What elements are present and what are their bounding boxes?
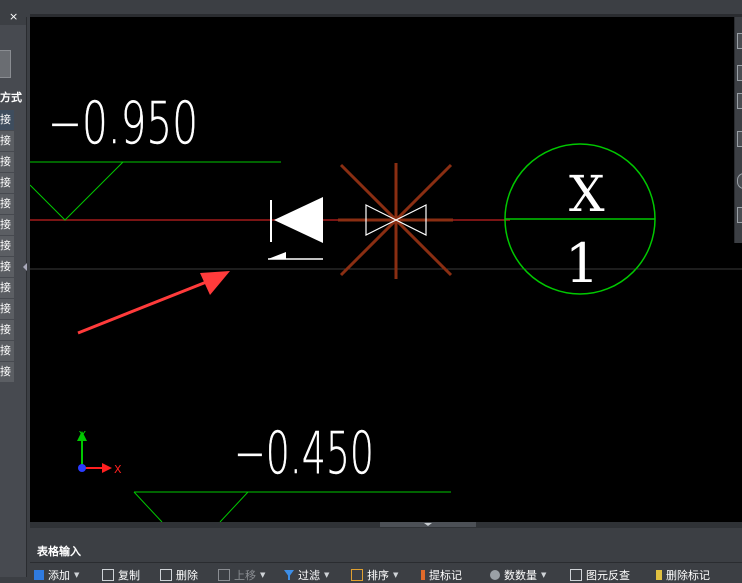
chevron-down-icon: ▼ [324,571,330,579]
plus-icon [34,570,44,580]
toolbar-icon[interactable] [737,131,742,147]
count-button[interactable]: 数数量 ▼ [490,568,546,582]
annotation-arrow-shaft [77,277,215,335]
chevron-down-icon: ▼ [541,571,547,579]
erase-mark-icon [656,570,662,580]
close-icon[interactable]: × [9,11,18,23]
filter-icon [284,570,294,580]
axis-bubble-number: 1 [565,232,599,295]
list-item[interactable]: 接 [0,278,14,299]
ucs-x-label: X [114,463,122,476]
chevron-down-icon: ▼ [393,571,399,579]
list-item[interactable]: 接 [0,362,14,383]
toolbar-icon[interactable] [737,33,742,49]
left-panel-field[interactable] [0,50,11,78]
toolbar-icon[interactable] [737,65,742,81]
elevation-triangle-left [133,491,163,522]
left-property-panel: × 方式 接 接 接 接 接 接 接 接 接 接 接 接 接 [0,0,27,577]
mark-button[interactable]: 提标记 [421,568,462,582]
check-valve-triangle [274,197,323,243]
list-item[interactable]: 接 [0,299,14,320]
list-item[interactable]: 接 [0,173,14,194]
list-item[interactable]: 接 [0,194,14,215]
ucs-y-label: Y [78,429,86,442]
list-item[interactable]: 接 [0,110,14,131]
toolbar-icon[interactable] [737,173,742,189]
column-header-method: 方式 [0,91,22,104]
valve-symbol[interactable] [338,163,453,279]
list-item[interactable]: 接 [0,131,14,152]
toolbar-icon[interactable] [737,93,742,109]
small-triangle-icon [268,252,286,259]
add-button[interactable]: 添加 ▼ [34,568,79,582]
mark-icon [421,570,425,580]
chevron-down-icon: ▼ [260,571,266,579]
erase-mark-button[interactable]: 删除标记 [656,568,710,582]
copy-button[interactable]: 复制 [102,568,140,582]
elevation-triangle-right [219,491,249,522]
list-item[interactable]: 接 [0,236,14,257]
splitter-toggle-icon[interactable] [380,522,476,527]
filter-button[interactable]: 过滤 ▼ [284,568,329,582]
reverse-lookup-button[interactable]: 图元反查 [570,568,630,582]
sort-icon [351,569,363,581]
list-item[interactable]: 接 [0,152,14,173]
elevation-text-upper: −0.950 [48,89,198,157]
cad-drawing: −0.950 X 1 −0.450 Y X [30,89,742,522]
move-up-button[interactable]: 上移 ▼ [218,568,265,582]
right-toolbar [734,17,742,243]
list-item[interactable]: 接 [0,257,14,278]
copy-icon [102,569,114,581]
panel-title: 表格输入 [37,545,81,558]
reverse-lookup-icon [570,569,582,581]
toolbar-icon[interactable] [737,207,742,223]
elevation-text-lower: −0.450 [234,419,374,487]
collapse-left-icon[interactable] [23,263,27,271]
divider [30,562,742,563]
table-input-panel: 表格输入 添加 ▼ 复制 删除 上移 ▼ 过滤 ▼ 排序 ▼ 提标记 数数量 ▼ 图元反查… [30,528,742,582]
count-icon [490,570,500,580]
ucs-icon: Y X [77,429,122,476]
sort-button[interactable]: 排序 ▼ [351,568,398,582]
move-up-icon [218,569,230,581]
delete-button[interactable]: 删除 [160,568,198,582]
axis-bubble-letter: X [569,165,605,223]
list-item[interactable]: 接 [0,215,14,236]
elevation-triangle-upper [30,161,124,221]
delete-icon [160,569,172,581]
list-item[interactable]: 接 [0,320,14,341]
list-item[interactable]: 接 [0,341,14,362]
chevron-down-icon: ▼ [74,571,80,579]
drawing-canvas[interactable]: −0.950 X 1 −0.450 Y X [30,17,742,522]
